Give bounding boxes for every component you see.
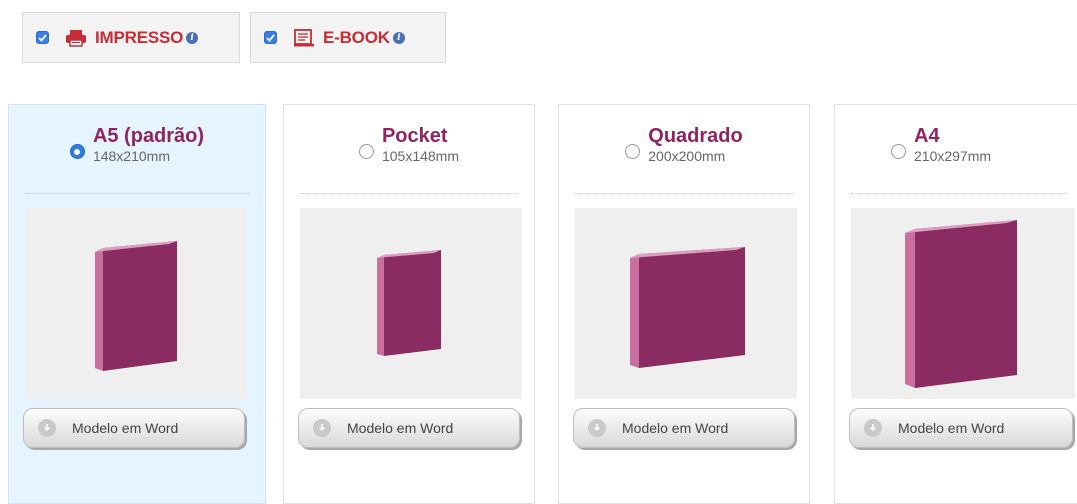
book-icon	[905, 220, 1017, 388]
ebook-label: E-BOOK	[323, 27, 390, 47]
book-preview-quadrado	[575, 208, 797, 399]
book-preview-a5	[25, 208, 247, 399]
book-preview-a4	[851, 208, 1075, 399]
size-card-quadrado[interactable]: Quadrado 200x200mm Modelo em Word	[558, 104, 810, 504]
book-icon	[377, 250, 441, 356]
printer-icon	[65, 29, 87, 47]
download-icon	[588, 419, 606, 437]
size-dims: 210x297mm	[914, 148, 992, 164]
ebook-toggle[interactable]: E-BOOK i	[250, 12, 446, 63]
book-icon	[630, 247, 745, 368]
download-icon	[38, 419, 56, 437]
ebook-reader-icon	[293, 28, 315, 47]
size-card-a5[interactable]: A5 (padrão) 148x210mm Modelo em Word	[8, 104, 266, 504]
divider	[300, 193, 518, 194]
size-dims: 105x148mm	[381, 148, 460, 164]
size-name: A5 (padrão)	[92, 125, 205, 147]
size-radio-a5[interactable]	[69, 144, 85, 159]
ebook-checkbox[interactable]	[264, 31, 277, 44]
word-template-button[interactable]: Modelo em Word	[573, 408, 795, 448]
word-template-button[interactable]: Modelo em Word	[849, 408, 1073, 448]
book-icon	[95, 241, 177, 371]
size-name: Pocket	[381, 125, 448, 147]
divider	[575, 193, 793, 194]
divider	[25, 193, 249, 194]
impresso-info-icon[interactable]: i	[186, 31, 199, 44]
size-name: Quadrado	[648, 125, 743, 147]
size-card-a4[interactable]: A4 210x297mm Modelo em Word	[834, 104, 1077, 504]
size-radio-a4[interactable]	[891, 144, 906, 159]
ebook-info-icon[interactable]: i	[392, 31, 405, 44]
download-icon	[864, 419, 882, 437]
size-card-pocket[interactable]: Pocket 105x148mm Modelo em Word	[283, 104, 535, 504]
divider	[851, 193, 1067, 194]
word-template-label: Modelo em Word	[347, 420, 454, 436]
size-radio-quadrado[interactable]	[625, 144, 641, 159]
word-template-button[interactable]: Modelo em Word	[23, 408, 245, 448]
impresso-label: IMPRESSO	[95, 27, 184, 47]
word-template-label: Modelo em Word	[72, 420, 179, 436]
word-template-label: Modelo em Word	[898, 420, 1005, 436]
word-template-label: Modelo em Word	[622, 420, 729, 436]
size-name: A4	[914, 125, 940, 147]
word-template-button[interactable]: Modelo em Word	[298, 408, 520, 448]
book-preview-pocket	[300, 208, 522, 399]
size-dims: 148x210mm	[92, 148, 170, 164]
download-icon	[313, 419, 331, 437]
size-dims: 200x200mm	[648, 148, 726, 164]
impresso-checkbox[interactable]	[36, 31, 49, 44]
size-radio-pocket[interactable]	[358, 144, 374, 159]
impresso-toggle[interactable]: IMPRESSO i	[22, 12, 240, 63]
